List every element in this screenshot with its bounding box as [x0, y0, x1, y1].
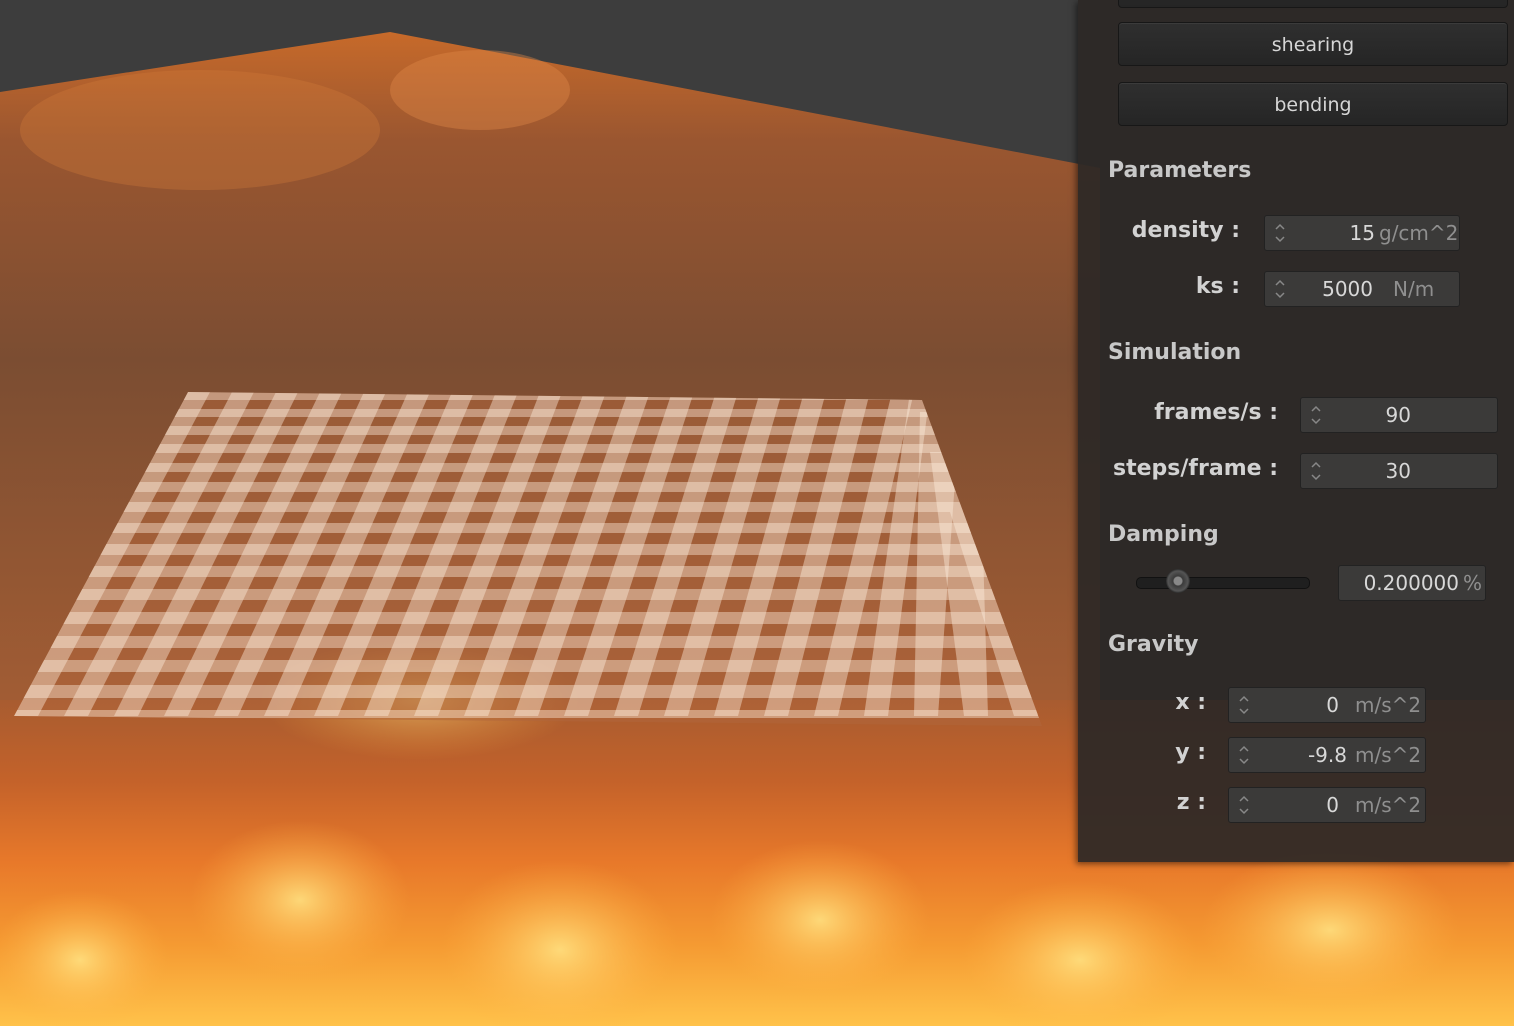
- gravity-heading: Gravity: [1108, 632, 1199, 657]
- gravity-x-spinbox[interactable]: 0 m/s^2: [1228, 687, 1426, 723]
- gravity-z-value: 0: [1326, 793, 1339, 817]
- shearing-button[interactable]: shearing: [1118, 22, 1508, 66]
- density-label: density :: [1131, 218, 1240, 243]
- damping-unit: %: [1463, 571, 1483, 595]
- fps-value: 90: [1385, 403, 1411, 427]
- gravity-x-label: x :: [1175, 690, 1206, 715]
- density-value: 15: [1349, 221, 1375, 245]
- steps-value: 30: [1385, 459, 1411, 483]
- damping-heading: Damping: [1108, 522, 1219, 547]
- cloth-mesh[interactable]: [0, 392, 1100, 726]
- bending-button[interactable]: bending: [1118, 82, 1508, 126]
- ks-spinbox[interactable]: 5000 N/m: [1264, 271, 1460, 307]
- ks-value: 5000: [1322, 277, 1373, 301]
- gravity-y-value: -9.8: [1307, 743, 1347, 767]
- up-down-arrows-icon[interactable]: [1305, 457, 1327, 485]
- ks-label: ks :: [1195, 274, 1240, 299]
- fps-label: frames/s :: [1154, 400, 1278, 425]
- gravity-y-label: y :: [1175, 740, 1206, 765]
- gravity-z-label: z :: [1176, 790, 1206, 815]
- fps-spinbox[interactable]: 90: [1300, 397, 1498, 433]
- damping-slider-track[interactable]: [1136, 577, 1310, 589]
- up-down-arrows-icon[interactable]: [1305, 401, 1327, 429]
- steps-label: steps/frame :: [1113, 456, 1278, 481]
- up-down-arrows-icon[interactable]: [1233, 691, 1255, 719]
- gravity-y-unit: m/s^2: [1355, 743, 1422, 767]
- gravity-z-unit: m/s^2: [1355, 793, 1422, 817]
- control-panel: shearing bending Parameters density : 15…: [1078, 0, 1514, 862]
- gravity-x-unit: m/s^2: [1355, 693, 1422, 717]
- gravity-x-value: 0: [1326, 693, 1339, 717]
- slider-knob-icon[interactable]: [1165, 569, 1190, 593]
- up-down-arrows-icon[interactable]: [1269, 275, 1291, 303]
- steps-spinbox[interactable]: 30: [1300, 453, 1498, 489]
- damping-value: 0.200000: [1363, 571, 1459, 595]
- density-spinbox[interactable]: 15 g/cm^2: [1264, 215, 1460, 251]
- simulation-heading: Simulation: [1108, 340, 1242, 365]
- ks-unit: N/m: [1393, 277, 1435, 301]
- gravity-z-spinbox[interactable]: 0 m/s^2: [1228, 787, 1426, 823]
- gravity-y-spinbox[interactable]: -9.8 m/s^2: [1228, 737, 1426, 773]
- up-down-arrows-icon[interactable]: [1233, 791, 1255, 819]
- up-down-arrows-icon[interactable]: [1233, 741, 1255, 769]
- up-down-arrows-icon[interactable]: [1269, 219, 1291, 247]
- damping-value-field[interactable]: 0.200000 %: [1338, 565, 1486, 601]
- density-unit: g/cm^2: [1379, 221, 1459, 245]
- structural-button[interactable]: [1118, 0, 1508, 8]
- parameters-heading: Parameters: [1108, 158, 1252, 183]
